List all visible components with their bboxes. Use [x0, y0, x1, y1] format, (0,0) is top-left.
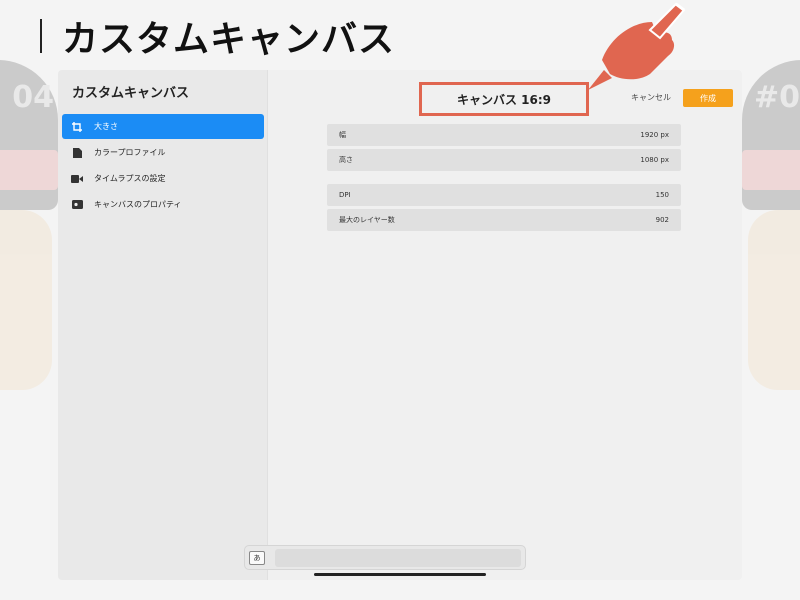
input-mode-key[interactable]: あ [249, 550, 265, 565]
keyboard-accessory-bar: あ [244, 545, 526, 570]
crop-icon [70, 121, 84, 132]
width-field[interactable]: 幅 1920 px [327, 124, 681, 146]
max-layers-label: 最大のレイヤー数 [339, 216, 395, 224]
width-label: 幅 [339, 131, 346, 139]
width-value: 1920 px [640, 131, 669, 139]
background-number-right: #0 [754, 80, 800, 115]
video-camera-icon [70, 174, 84, 183]
dpi-value: 150 [655, 191, 669, 199]
heading-bar [40, 19, 42, 53]
info-settings-group: DPI 150 最大のレイヤー数 902 [327, 184, 681, 234]
app-screen: カスタムキャンバス 大きさ カラープロファイル タイムラプスの設定 キャンバスの… [58, 70, 742, 580]
max-layers-value: 902 [655, 216, 669, 224]
height-label: 高さ [339, 156, 353, 164]
document-icon [70, 147, 84, 158]
sidebar-item-label: キャンバスのプロパティ [94, 200, 182, 209]
canvas-name-field[interactable]: キャンバス 16:9 [419, 82, 589, 116]
sidebar-item-label: 大きさ [94, 122, 118, 131]
pointing-hand-icon [588, 2, 686, 90]
create-button[interactable]: 作成 [683, 89, 733, 107]
height-value: 1080 px [640, 156, 669, 164]
dpi-label: DPI [339, 191, 351, 199]
slide-heading: カスタムキャンバス [40, 10, 395, 62]
sidebar: カスタムキャンバス 大きさ カラープロファイル タイムラプスの設定 キャンバスの… [58, 70, 268, 580]
sidebar-item-timelapse[interactable]: タイムラプスの設定 [62, 166, 264, 191]
height-field[interactable]: 高さ 1080 px [327, 149, 681, 171]
sidebar-item-label: カラープロファイル [94, 148, 166, 157]
keyboard-suggestion-field[interactable] [275, 548, 521, 567]
sidebar-title: カスタムキャンバス [72, 86, 190, 101]
background-number-left: 04 [12, 80, 54, 115]
sidebar-menu: 大きさ カラープロファイル タイムラプスの設定 キャンバスのプロパティ [62, 114, 264, 218]
max-layers-field: 最大のレイヤー数 902 [327, 209, 681, 231]
background-character-right: #0 [742, 60, 800, 480]
sidebar-item-size[interactable]: 大きさ [62, 114, 264, 139]
home-indicator [314, 573, 486, 576]
size-settings-group: 幅 1920 px 高さ 1080 px [327, 124, 681, 174]
background-character-left: 04 [0, 60, 58, 480]
dpi-field[interactable]: DPI 150 [327, 184, 681, 206]
sidebar-item-label: タイムラプスの設定 [94, 174, 166, 183]
main-panel: キャンバス 16:9 キャンセル 作成 幅 1920 px 高さ 1080 px… [269, 70, 742, 580]
sidebar-item-color-profile[interactable]: カラープロファイル [62, 140, 264, 165]
canvas-name-text: キャンバス 16:9 [456, 92, 552, 107]
slide-heading-text: カスタムキャンバス [62, 19, 396, 60]
sidebar-item-canvas-properties[interactable]: キャンバスのプロパティ [62, 192, 264, 217]
properties-icon [70, 200, 84, 209]
